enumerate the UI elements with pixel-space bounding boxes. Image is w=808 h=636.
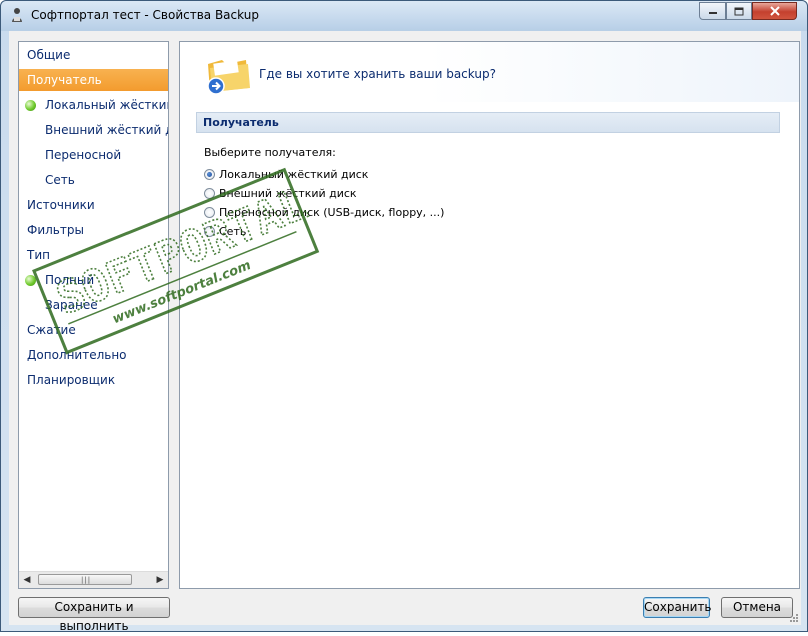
minimize-icon xyxy=(708,12,717,14)
panel-header: Где вы хотите хранить ваши backup? xyxy=(180,42,799,102)
sidebar-item-label: Внешний жёсткий ди xyxy=(45,123,169,137)
radio-label: Локальный жёсткий диск xyxy=(219,168,369,181)
sidebar-item-label: Фильтры xyxy=(27,223,84,237)
sidebar-item-label: Сжатие xyxy=(27,323,76,337)
folder-arrow-icon xyxy=(207,60,250,95)
maximize-icon xyxy=(734,7,744,15)
destination-option[interactable]: Переносной диск (USB-диск, floppy, ...) xyxy=(204,204,444,221)
close-button[interactable] xyxy=(752,2,797,20)
destination-option[interactable]: Внешний жёсткий диск xyxy=(204,185,357,202)
radio-button[interactable] xyxy=(204,188,215,199)
dialog-client: Общие Получатель Локальный жёсткий д Внешни… xyxy=(9,31,801,633)
sidebar-item-label: Тип xyxy=(27,248,50,262)
destination-option[interactable]: Сеть xyxy=(204,223,246,240)
close-icon xyxy=(769,6,780,16)
settings-tree[interactable]: Общие Получатель Локальный жёсткий д Внешни… xyxy=(18,41,169,589)
scroll-right-arrow-icon[interactable]: ▶ xyxy=(152,572,168,588)
sidebar-item-label: Общие xyxy=(27,48,71,62)
sidebar-item-label: Переносной xyxy=(45,148,122,162)
scroll-left-arrow-icon[interactable]: ◀ xyxy=(19,572,35,588)
radio-button[interactable] xyxy=(204,226,215,237)
destination-question: Где вы хотите хранить ваши backup? xyxy=(259,67,496,81)
app-person-icon xyxy=(12,8,22,22)
title-bar[interactable]: Софтпортал тест - Свойства Backup xyxy=(1,1,807,29)
sidebar-item-label: Источники xyxy=(27,198,95,212)
sidebar-item-label: Дополнительно xyxy=(27,348,127,362)
cancel-button[interactable]: Отмена xyxy=(721,597,793,618)
radio-label: Переносной диск (USB-диск, floppy, ...) xyxy=(219,206,445,219)
properties-window: Софтпортал тест - Свойства Backup Общие П… xyxy=(0,0,808,633)
sidebar-item-label: Полный xyxy=(45,273,95,287)
minimize-button[interactable] xyxy=(699,2,726,20)
section-title: Получатель xyxy=(203,116,279,129)
sidebar-item-label: Получатель xyxy=(27,73,102,87)
scroll-grip-icon: ||| xyxy=(81,576,92,584)
tree-horizontal-scrollbar[interactable]: ◀ ||| ▶ xyxy=(19,571,168,588)
radio-label: Сеть xyxy=(219,225,247,238)
maximize-button[interactable] xyxy=(726,2,752,20)
save-and-run-button[interactable]: Сохранить и выполнить xyxy=(18,597,170,633)
scroll-thumb[interactable]: ||| xyxy=(38,574,132,585)
radio-button[interactable] xyxy=(204,169,215,180)
radio-button[interactable] xyxy=(204,207,215,218)
window-title: Софтпортал тест - Свойства Backup xyxy=(31,8,259,22)
sidebar-item-label: Сеть xyxy=(45,173,75,187)
sidebar-item-label: Локальный жёсткий д xyxy=(45,98,169,112)
destination-option[interactable]: Локальный жёсткий диск xyxy=(204,166,368,183)
destination-panel: Где вы хотите хранить ваши backup? Получ… xyxy=(179,41,800,589)
radio-label: Внешний жёсткий диск xyxy=(219,187,357,200)
save-button[interactable]: Сохранить xyxy=(643,597,712,618)
sidebar-item-label: Заранее xyxy=(45,298,98,312)
sidebar-item-label: Планировщик xyxy=(27,373,116,387)
green-dot-icon xyxy=(25,100,36,111)
green-dot-icon xyxy=(25,275,36,286)
sidebar-item[interactable]: Получатель xyxy=(19,69,168,91)
choose-destination-label: Выберите получателя: xyxy=(204,146,336,159)
section-header: Получатель xyxy=(196,112,780,133)
resize-grip-icon[interactable] xyxy=(789,613,799,623)
